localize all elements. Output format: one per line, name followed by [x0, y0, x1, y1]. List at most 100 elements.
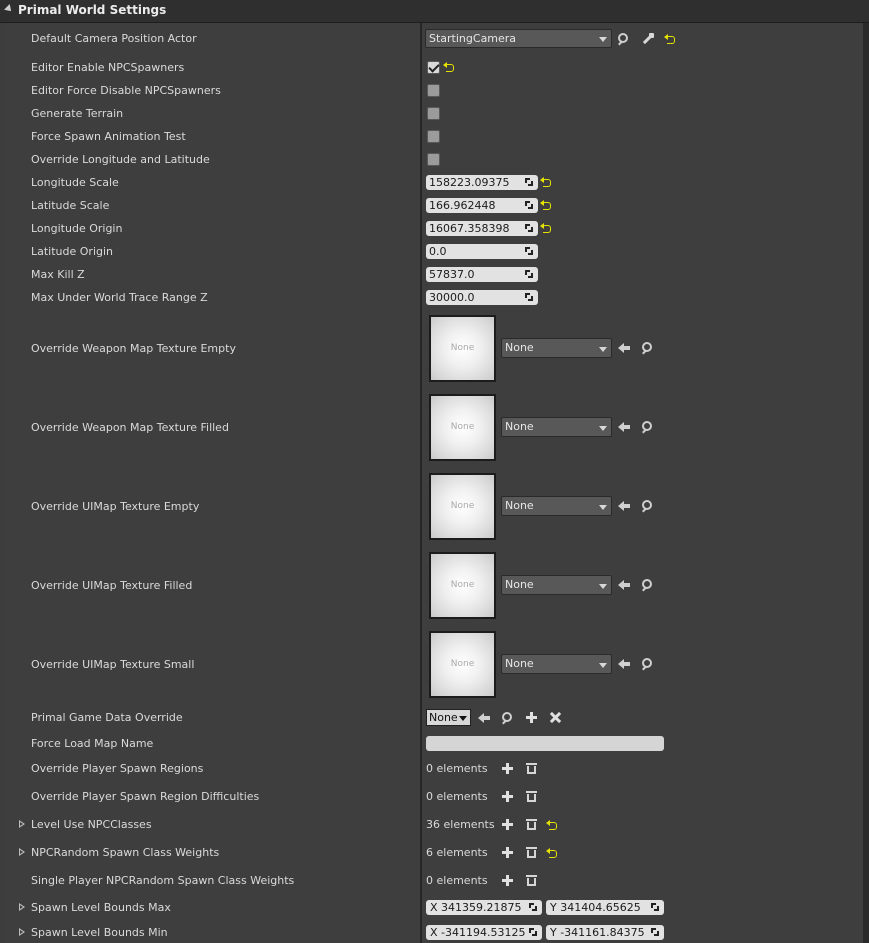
- add-element-icon[interactable]: [502, 875, 513, 886]
- max-kill-z-input[interactable]: 57837.0: [426, 267, 538, 282]
- texture-thumbnail[interactable]: None: [429, 315, 496, 382]
- latitude-scale-input[interactable]: 166.962448: [426, 198, 538, 213]
- search-icon[interactable]: [642, 342, 653, 353]
- use-selected-arrow-icon[interactable]: [618, 580, 630, 590]
- spawn-level-bounds-max-x-input[interactable]: X 341359.21875: [426, 900, 542, 915]
- drag-value-icon[interactable]: [529, 903, 538, 912]
- weapon-map-empty-combo[interactable]: None: [501, 338, 612, 358]
- drag-value-icon[interactable]: [651, 903, 660, 912]
- drag-value-icon[interactable]: [525, 247, 534, 256]
- add-element-icon[interactable]: [502, 847, 513, 858]
- thumbnail-text: None: [450, 501, 475, 511]
- eyedropper-icon[interactable]: [642, 33, 654, 45]
- add-element-icon[interactable]: [502, 791, 513, 802]
- add-icon[interactable]: [526, 712, 537, 723]
- generate-terrain-checkbox[interactable]: [427, 107, 440, 120]
- longitude-origin-input[interactable]: 16067.358398: [426, 221, 538, 236]
- drag-value-icon[interactable]: [529, 928, 538, 937]
- override-player-spawn-regions-label: Override Player Spawn Regions: [31, 762, 204, 775]
- asset-value: None: [505, 420, 534, 433]
- drag-value-icon[interactable]: [525, 178, 534, 187]
- single-player-npc-random-spawn-class-weights-label: Single Player NPCRandom Spawn Class Weig…: [31, 874, 295, 887]
- spawn-level-bounds-min-y-input[interactable]: Y -341161.84375: [546, 925, 664, 940]
- force-spawn-animation-test-checkbox[interactable]: [427, 130, 440, 143]
- chevron-down-icon: [599, 37, 607, 42]
- reset-to-default-icon[interactable]: [540, 223, 551, 233]
- drag-value-icon[interactable]: [525, 270, 534, 279]
- override-player-spawn-region-difficulties-label: Override Player Spawn Region Difficultie…: [31, 790, 260, 803]
- thumbnail-text: None: [450, 659, 475, 669]
- use-selected-arrow-icon[interactable]: [618, 501, 630, 511]
- force-load-map-name-input[interactable]: [426, 736, 664, 751]
- drag-value-icon[interactable]: [651, 928, 660, 937]
- reset-to-default-icon[interactable]: [540, 200, 551, 210]
- use-selected-arrow-icon[interactable]: [618, 343, 630, 353]
- editor-enable-npcspawners-label: Editor Enable NPCSpawners: [31, 61, 185, 74]
- editor-enable-npcspawners-checkbox[interactable]: [427, 61, 440, 74]
- level-use-npcclasses-label: Level Use NPCClasses: [31, 818, 152, 831]
- collapse-arrow-icon[interactable]: [4, 4, 14, 14]
- override-long-lat-checkbox[interactable]: [427, 153, 440, 166]
- uimap-small-label: Override UIMap Texture Small: [31, 658, 195, 671]
- texture-thumbnail[interactable]: None: [429, 394, 496, 461]
- asset-value: None: [505, 499, 534, 512]
- trash-icon[interactable]: [526, 819, 537, 830]
- uimap-small-combo[interactable]: None: [501, 654, 612, 674]
- element-count: 6 elements: [426, 846, 488, 859]
- reset-to-default-icon[interactable]: [540, 177, 551, 187]
- drag-value-icon[interactable]: [525, 293, 534, 302]
- clear-icon[interactable]: [550, 712, 561, 723]
- use-selected-arrow-icon[interactable]: [618, 422, 630, 432]
- trash-icon[interactable]: [526, 763, 537, 774]
- expand-arrow-icon[interactable]: [19, 820, 25, 828]
- trash-icon[interactable]: [526, 875, 537, 886]
- uimap-filled-combo[interactable]: None: [501, 575, 612, 595]
- reset-to-default-icon[interactable]: [546, 848, 557, 858]
- weapon-map-filled-combo[interactable]: None: [501, 417, 612, 437]
- expand-arrow-icon[interactable]: [19, 928, 25, 936]
- spawn-level-bounds-max-y-input[interactable]: Y 341404.65625: [546, 900, 664, 915]
- search-icon[interactable]: [642, 658, 653, 669]
- chevron-down-icon: [599, 584, 607, 589]
- chevron-down-icon: [459, 716, 467, 721]
- reset-to-default-icon[interactable]: [664, 34, 675, 44]
- search-icon[interactable]: [642, 421, 653, 432]
- texture-thumbnail[interactable]: None: [429, 631, 496, 698]
- editor-force-disable-npcspawners-checkbox[interactable]: [427, 84, 440, 97]
- texture-thumbnail[interactable]: None: [429, 473, 496, 540]
- uimap-filled-label: Override UIMap Texture Filled: [31, 579, 193, 592]
- use-selected-arrow-icon[interactable]: [618, 659, 630, 669]
- weapon-map-empty-label: Override Weapon Map Texture Empty: [31, 342, 236, 355]
- add-element-icon[interactable]: [502, 763, 513, 774]
- trash-icon[interactable]: [526, 847, 537, 858]
- search-icon[interactable]: [618, 33, 629, 44]
- expand-arrow-icon[interactable]: [19, 903, 25, 911]
- element-count: 0 elements: [426, 762, 488, 775]
- drag-value-icon[interactable]: [525, 201, 534, 210]
- expand-arrow-icon[interactable]: [19, 848, 25, 856]
- add-element-icon[interactable]: [502, 819, 513, 830]
- drag-value-icon[interactable]: [525, 224, 534, 233]
- thumbnail-text: None: [450, 422, 475, 432]
- max-kill-z-value: 57837.0: [429, 268, 475, 281]
- latitude-origin-value: 0.0: [429, 245, 447, 258]
- longitude-scale-input[interactable]: 158223.09375: [426, 175, 538, 190]
- texture-thumbnail[interactable]: None: [429, 552, 496, 619]
- spawn-level-bounds-min-x-input[interactable]: X -341194.53125: [426, 925, 542, 940]
- latitude-origin-input[interactable]: 0.0: [426, 244, 538, 259]
- max-under-world-trace-input[interactable]: 30000.0: [426, 290, 538, 305]
- use-selected-arrow-icon[interactable]: [478, 713, 490, 723]
- search-icon[interactable]: [642, 579, 653, 590]
- default-camera-actor-combo[interactable]: StartingCamera: [425, 29, 612, 48]
- force-load-map-name-label: Force Load Map Name: [31, 737, 154, 750]
- category-header[interactable]: Primal World Settings: [0, 0, 869, 23]
- class-value: None: [429, 711, 458, 724]
- search-icon[interactable]: [642, 500, 653, 511]
- trash-icon[interactable]: [526, 791, 537, 802]
- scrollbar[interactable]: [863, 23, 869, 943]
- primal-game-data-override-combo[interactable]: None: [426, 709, 471, 726]
- uimap-empty-combo[interactable]: None: [501, 496, 612, 516]
- reset-to-default-icon[interactable]: [443, 62, 454, 72]
- reset-to-default-icon[interactable]: [546, 820, 557, 830]
- search-icon[interactable]: [502, 712, 513, 723]
